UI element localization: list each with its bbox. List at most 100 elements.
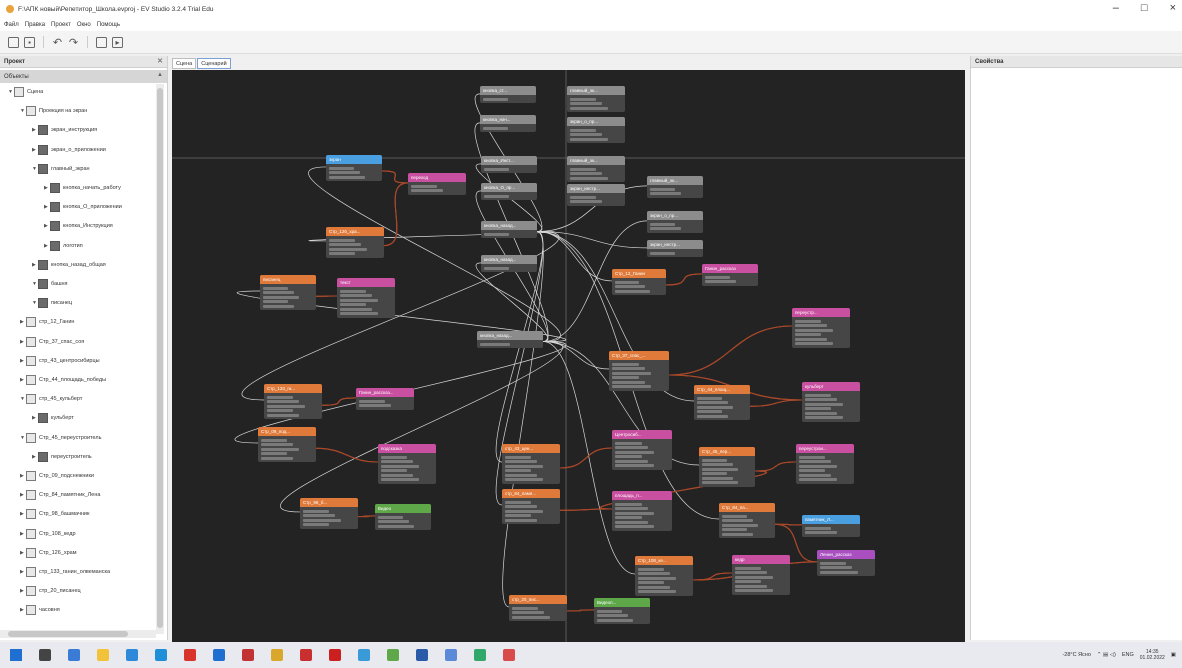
node-port[interactable]	[303, 523, 330, 526]
node-port[interactable]	[735, 566, 762, 570]
node-port[interactable]	[799, 469, 826, 472]
chrome-icon[interactable]	[126, 649, 138, 661]
app-icon-5[interactable]	[358, 649, 370, 661]
node-port[interactable]	[570, 172, 602, 175]
node-port[interactable]	[378, 515, 404, 519]
node-port[interactable]	[381, 460, 413, 463]
close-panel-icon[interactable]: ✕	[157, 57, 163, 65]
graph-node[interactable]: главный_эк...	[567, 156, 625, 182]
notifications-icon[interactable]: ▣	[1171, 652, 1176, 658]
graph-node[interactable]: писанец	[260, 275, 316, 310]
connection-wire[interactable]	[357, 515, 376, 518]
graph-node[interactable]: Ганин_рассказ	[702, 264, 758, 286]
menu-project[interactable]: Проект	[51, 22, 71, 28]
node-port[interactable]	[263, 295, 300, 299]
tree-item[interactable]: ▶ Стр_98_башмачник	[20, 507, 89, 521]
graph-node[interactable]: кедр	[732, 555, 790, 595]
scrollbar-thumb[interactable]	[157, 88, 163, 628]
node-port[interactable]	[638, 585, 670, 589]
node-port[interactable]	[805, 531, 837, 534]
node-port[interactable]	[697, 396, 723, 400]
tree-horizontal-scrollbar[interactable]	[0, 630, 156, 638]
node-port[interactable]	[267, 400, 299, 403]
node-port[interactable]	[570, 97, 597, 101]
tree-item[interactable]: ▼ стр_45_кульберт	[20, 392, 82, 406]
node-port[interactable]	[570, 200, 602, 203]
node-port[interactable]	[329, 252, 356, 255]
close-button[interactable]: ×	[1170, 2, 1176, 14]
connection-wire[interactable]	[559, 447, 613, 469]
graph-node[interactable]: главный_эк...	[567, 86, 625, 112]
node-port[interactable]	[615, 520, 648, 524]
node-port[interactable]	[381, 473, 413, 477]
copy-icon[interactable]	[96, 36, 107, 48]
node-port[interactable]	[805, 407, 832, 410]
node-port[interactable]	[697, 405, 734, 409]
node-port[interactable]	[505, 518, 537, 522]
node-port[interactable]	[570, 128, 597, 132]
node-port[interactable]	[615, 516, 642, 519]
node-port[interactable]	[512, 606, 539, 610]
node-port[interactable]	[612, 371, 651, 375]
node-port[interactable]	[303, 518, 341, 522]
node-port[interactable]	[261, 456, 293, 460]
node-port[interactable]	[303, 509, 330, 513]
node-port[interactable]	[697, 401, 728, 404]
tree-item[interactable]: ▶ Стр_44_площадь_победы	[20, 373, 106, 387]
node-port[interactable]	[638, 581, 665, 584]
tree-item[interactable]: ▶ Стр_126_храм	[20, 546, 77, 560]
node-port[interactable]	[612, 380, 645, 384]
menu-edit[interactable]: Правка	[25, 22, 45, 28]
node-port[interactable]	[340, 298, 378, 302]
node-port[interactable]	[697, 410, 723, 413]
tree-item[interactable]: ▶ кнопка_О_приложении	[44, 200, 122, 214]
menu-file[interactable]: Файл	[4, 22, 19, 28]
node-port[interactable]	[615, 464, 654, 467]
graph-node[interactable]: стр_43_цен...	[502, 444, 560, 484]
node-port[interactable]	[705, 275, 731, 279]
node-port[interactable]	[795, 324, 827, 327]
minimize-button[interactable]: –	[1113, 2, 1119, 14]
node-port[interactable]	[612, 362, 639, 366]
node-port[interactable]	[702, 467, 739, 471]
node-port[interactable]	[615, 285, 645, 288]
node-port[interactable]	[735, 584, 767, 588]
node-port[interactable]	[340, 312, 378, 315]
node-port[interactable]	[795, 337, 827, 341]
graph-node[interactable]: Видео	[375, 504, 431, 530]
node-port[interactable]	[650, 222, 676, 226]
node-port[interactable]	[795, 328, 833, 332]
graph-node[interactable]: Стр_45_пер...	[699, 447, 755, 487]
connection-wire[interactable]	[315, 447, 379, 463]
node-port[interactable]	[805, 398, 837, 401]
graph-node[interactable]: площадь_п...	[612, 491, 672, 531]
tree-item[interactable]: ▶ Стр_84_памятник_Лена	[20, 488, 100, 502]
graph-node[interactable]: экран_инстр...	[567, 184, 625, 206]
new-file-icon[interactable]	[8, 36, 19, 48]
graph-node[interactable]: Видеоп...	[594, 598, 650, 624]
node-port[interactable]	[381, 478, 419, 481]
graph-node[interactable]: Стр_37_спас_...	[609, 351, 669, 391]
collapse-icon[interactable]: ▲	[157, 72, 163, 78]
graph-node[interactable]: кнопка_О_пр...	[481, 183, 537, 200]
node-port[interactable]	[329, 166, 355, 170]
node-port[interactable]	[570, 137, 608, 141]
node-port[interactable]	[378, 524, 415, 528]
node-port[interactable]	[483, 97, 509, 101]
node-port[interactable]	[702, 481, 739, 484]
node-port[interactable]	[702, 458, 728, 462]
yandex-icon[interactable]	[184, 649, 196, 661]
node-port[interactable]	[820, 561, 847, 565]
clock[interactable]: 14:35 01.02.2022	[1140, 649, 1165, 661]
node-port[interactable]	[484, 167, 510, 171]
node-port[interactable]	[799, 455, 826, 459]
node-port[interactable]	[261, 447, 299, 451]
graph-node[interactable]: памятник_Л...	[802, 515, 860, 537]
node-port[interactable]	[505, 455, 532, 459]
node-port[interactable]	[638, 572, 670, 575]
node-port[interactable]	[505, 505, 537, 508]
node-port[interactable]	[381, 469, 408, 472]
node-port[interactable]	[570, 102, 602, 105]
node-port[interactable]	[505, 469, 532, 472]
graph-node[interactable]: Стр_108_ке...	[635, 556, 693, 596]
